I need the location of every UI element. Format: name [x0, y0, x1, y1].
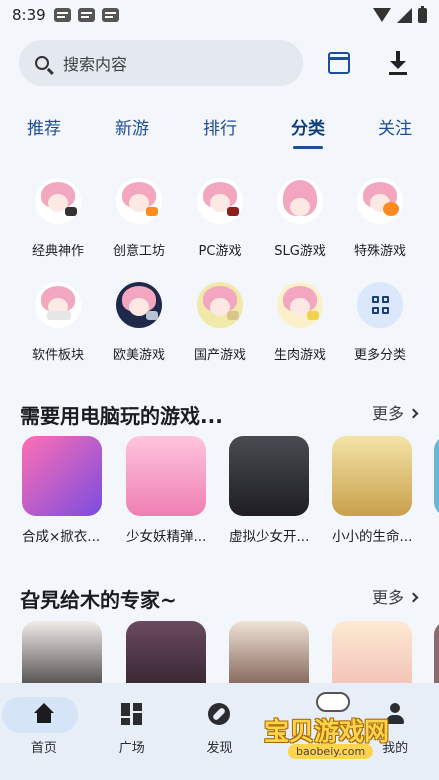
dashboard-icon: [120, 703, 143, 725]
category-domestic[interactable]: 国产游戏: [180, 282, 260, 363]
category-label: PC游戏: [198, 244, 242, 259]
tab-ranking[interactable]: 排行: [203, 108, 237, 145]
grid-icon: [357, 282, 403, 328]
category-label: 创意工坊: [112, 244, 165, 259]
category-label: 生肉游戏: [273, 348, 326, 363]
category-slg[interactable]: SLG游戏: [260, 178, 340, 259]
category-label: 欧美游戏: [112, 348, 165, 363]
category-avatar: [277, 178, 323, 224]
category-label: 更多分类: [353, 348, 406, 363]
tab-follow[interactable]: 关注: [378, 108, 412, 145]
section-title-pc-games: 需要用电脑玩的游戏...: [20, 404, 223, 428]
section-title-galgame: 旮旯给木的专家~: [20, 588, 177, 612]
watermark-url: baobeiy.com: [288, 744, 374, 759]
nav-square[interactable]: 广场: [88, 683, 176, 780]
category-pc[interactable]: PC游戏: [180, 178, 260, 259]
category-avatar: [277, 282, 323, 328]
category-avatar: [35, 178, 81, 224]
game-title: 少女妖精弹...: [126, 529, 207, 545]
search-input[interactable]: 搜索内容: [19, 40, 303, 86]
category-special[interactable]: 特殊游戏: [340, 178, 420, 259]
watermark-text: 宝贝游戏网: [264, 717, 390, 746]
category-western[interactable]: 欧美游戏: [99, 282, 179, 363]
category-label: 软件板块: [31, 348, 84, 363]
compass-icon: [208, 703, 231, 725]
category-workshop[interactable]: 创意工坊: [99, 178, 179, 259]
top-tabs: 推荐 新游 排行 分类 关注: [0, 108, 439, 152]
status-indicators: [373, 5, 427, 23]
nav-label: 首页: [30, 741, 57, 756]
search-placeholder: 搜索内容: [63, 55, 128, 74]
category-avatar: [197, 178, 243, 224]
category-avatar: [116, 282, 162, 328]
tab-indicator: [293, 146, 323, 149]
message-icon: [77, 8, 95, 22]
search-row: 搜索内容: [19, 40, 420, 86]
section-more-button[interactable]: 更多: [371, 584, 419, 608]
section-more-button[interactable]: 更多: [371, 400, 419, 424]
game-cover: [229, 436, 309, 516]
category-avatar: [357, 178, 403, 224]
category-avatar: [35, 282, 81, 328]
category-label: 国产游戏: [193, 348, 246, 363]
nav-label: 广场: [118, 741, 145, 756]
nav-home[interactable]: 首页: [0, 683, 88, 780]
tab-recommend[interactable]: 推荐: [27, 108, 61, 145]
game-cover: [126, 436, 206, 516]
search-icon: [35, 56, 49, 70]
game-card[interactable]: 少女妖精弹...: [126, 436, 208, 545]
game-card[interactable]: 虚拟少女开...: [229, 436, 311, 545]
status-bar: 8:39: [0, 0, 439, 30]
home-icon: [33, 703, 55, 725]
more-label: 更多: [371, 404, 404, 423]
chevron-right-icon: [408, 408, 419, 419]
tab-category[interactable]: 分类: [291, 108, 325, 145]
more-label: 更多: [371, 588, 404, 607]
battery-icon: [418, 5, 427, 23]
chevron-right-icon: [408, 592, 419, 603]
game-title: 小小的生命...: [332, 529, 413, 545]
game-cover: [434, 436, 439, 516]
game-title: 合成×掀衣...: [22, 529, 101, 545]
message-icon: [53, 8, 71, 22]
game-cover: [332, 436, 412, 516]
download-icon[interactable]: [389, 51, 407, 75]
wifi-icon: [373, 8, 391, 22]
game-card[interactable]: [434, 436, 439, 516]
category-raw[interactable]: 生肉游戏: [260, 282, 340, 363]
nav-discover[interactable]: 发现: [176, 683, 264, 780]
signal-icon: [397, 7, 412, 23]
category-avatar: [116, 178, 162, 224]
gamepad-icon: [316, 692, 350, 712]
nav-label: 发现: [206, 741, 233, 756]
game-cover: [22, 436, 102, 516]
category-label: 经典神作: [31, 244, 84, 259]
watermark-logo: 宝贝游戏网 baobeiy.com: [258, 692, 418, 770]
category-label: 特殊游戏: [353, 244, 406, 259]
calendar-icon[interactable]: [328, 52, 350, 74]
game-card[interactable]: 合成×掀衣...: [22, 436, 104, 545]
status-time: 8:39: [12, 6, 46, 24]
category-avatar: [197, 282, 243, 328]
category-label: SLG游戏: [274, 244, 326, 259]
category-software[interactable]: 软件板块: [18, 282, 98, 363]
game-title: 虚拟少女开...: [229, 529, 310, 545]
game-card[interactable]: 小小的生命...: [332, 436, 414, 545]
tab-new[interactable]: 新游: [115, 108, 149, 145]
category-more[interactable]: 更多分类: [340, 282, 420, 363]
category-classic[interactable]: 经典神作: [18, 178, 98, 259]
message-icon: [101, 8, 119, 22]
